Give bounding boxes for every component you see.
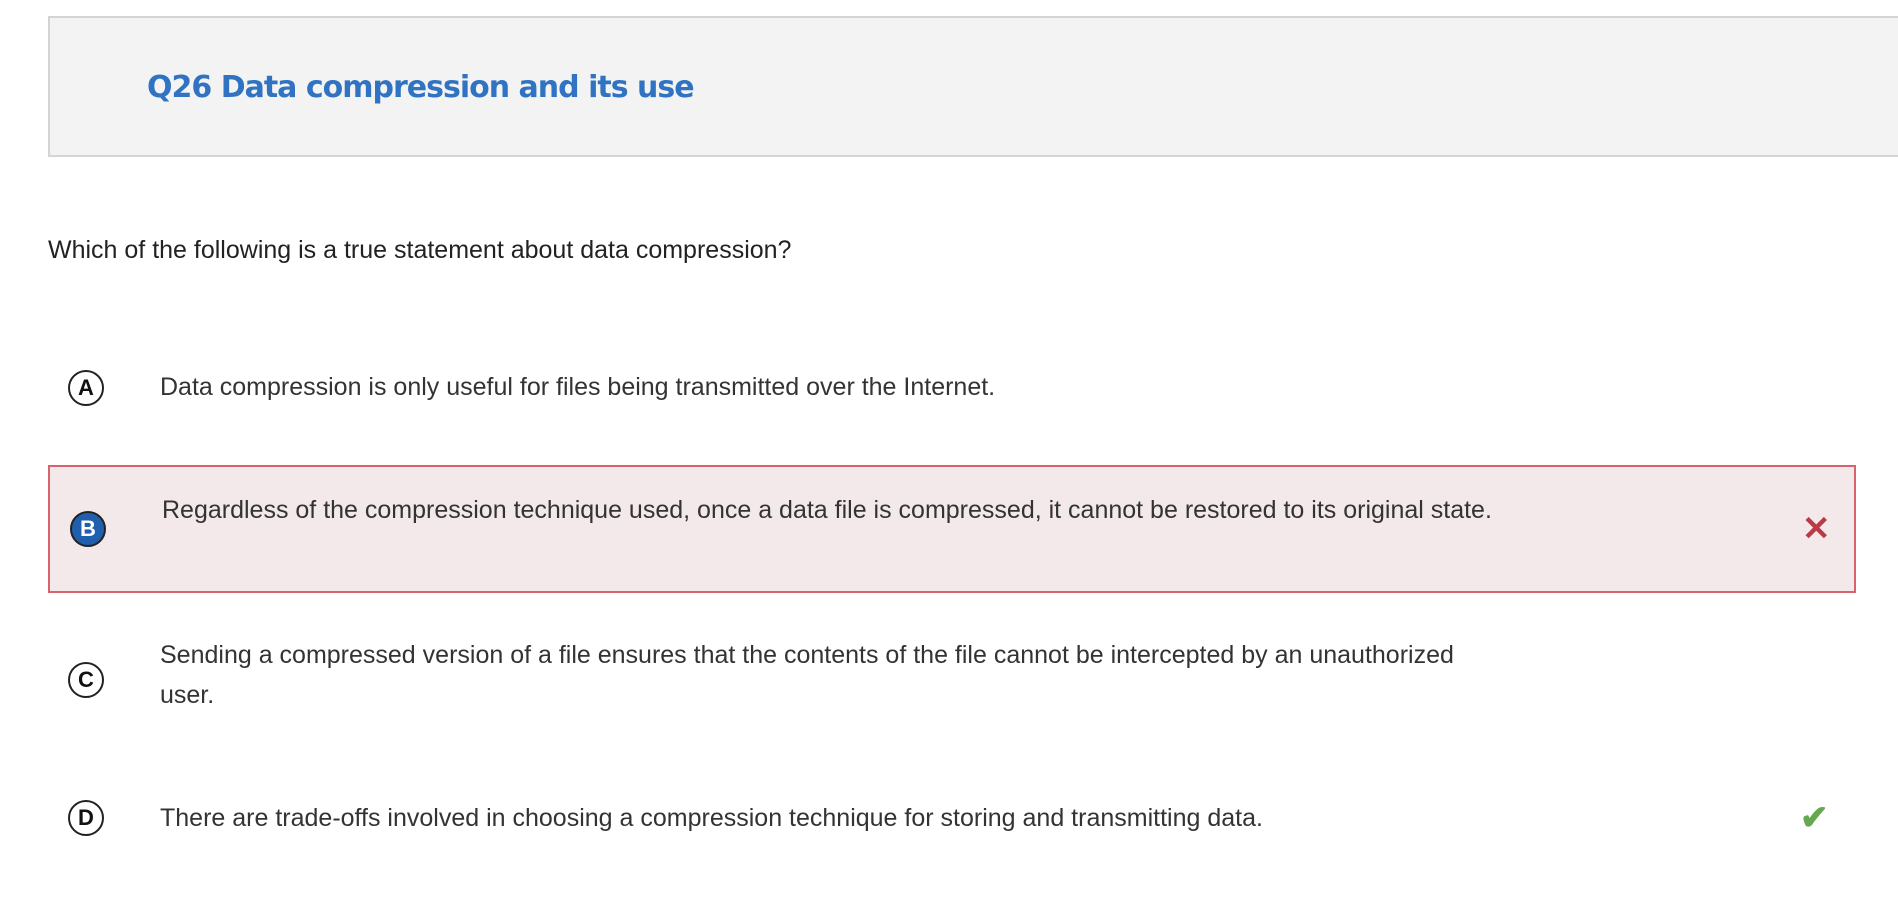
option-letter-b[interactable]: B (70, 511, 106, 547)
option-text: Sending a compressed version of a file e… (160, 641, 1454, 709)
option-b[interactable]: B Regardless of the compression techniqu… (48, 465, 1856, 593)
question-header: Q26 Data compression and its use (48, 16, 1898, 157)
option-d[interactable]: D There are trade-offs involved in choos… (48, 794, 1856, 844)
question-text: Which of the following is a true stateme… (48, 236, 792, 264)
option-text: Data compression is only useful for file… (160, 373, 996, 401)
option-text: Regardless of the compression technique … (162, 496, 1492, 524)
x-icon: ✕ (1802, 510, 1831, 548)
option-a[interactable]: A Data compression is only useful for fi… (48, 363, 1856, 413)
option-c[interactable]: C Sending a compressed version of a file… (48, 632, 1856, 722)
check-icon: ✔ (1800, 799, 1829, 837)
option-letter-c[interactable]: C (68, 662, 104, 698)
option-letter-a[interactable]: A (68, 370, 104, 406)
option-text: There are trade-offs involved in choosin… (160, 804, 1263, 832)
question-title: Q26 Data compression and its use (147, 70, 695, 105)
option-letter-d[interactable]: D (68, 800, 104, 836)
